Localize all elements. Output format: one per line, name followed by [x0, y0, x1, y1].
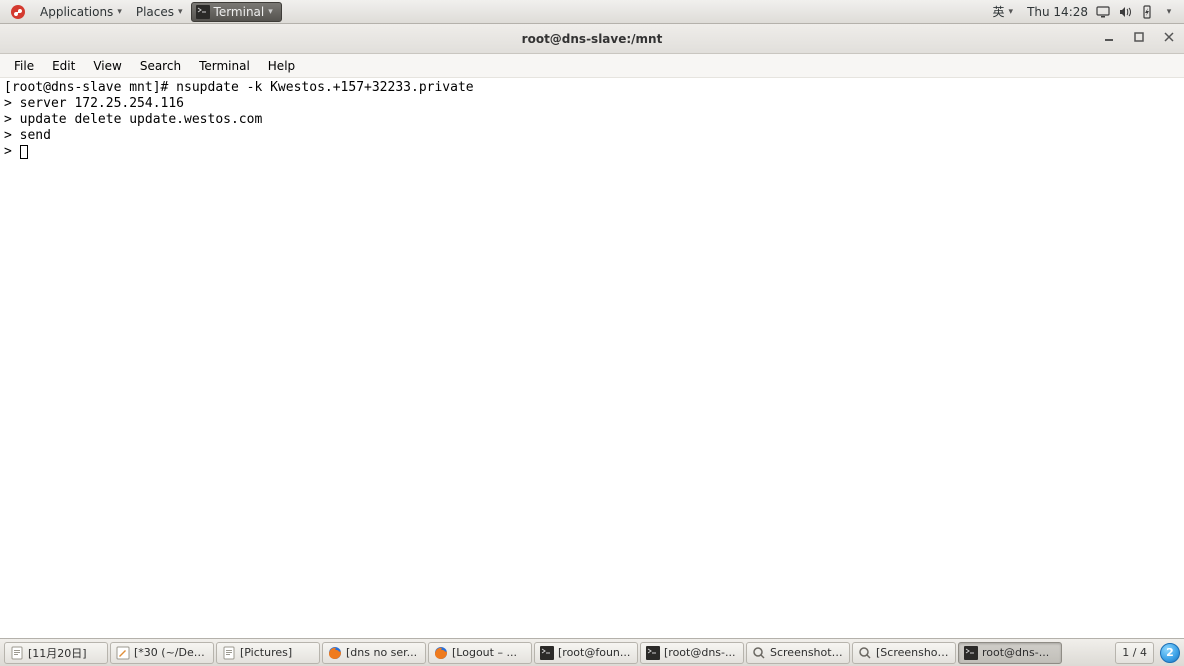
chevron-down-icon: ▾ [1009, 7, 1014, 17]
cursor [20, 145, 28, 159]
applications-menu[interactable]: Applications ▾ [34, 3, 128, 21]
chevron-down-icon: ▾ [268, 7, 273, 17]
taskbar-button-label: [root@foun... [558, 646, 630, 659]
terminal-window: root@dns-slave:/mnt File Edit View Searc… [0, 24, 1184, 638]
term-icon [964, 646, 978, 660]
gnome-top-panel: Applications ▾ Places ▾ Terminal ▾ 英 ▾ T… [0, 0, 1184, 24]
taskbar-button-label: [Pictures] [240, 646, 292, 659]
panel-right: 英 ▾ Thu 14:28 ▾ [987, 1, 1180, 22]
terminal-line: > server 172.25.254.116 [4, 96, 1180, 112]
ime-label: 英 [993, 3, 1005, 20]
taskbar-button[interactable]: [*30 (~/Des... [110, 642, 214, 664]
term-icon [646, 646, 660, 660]
bottom-taskbar: [11月20日] [*30 (~/Des... [Pictures] [dns no … [0, 638, 1184, 666]
menu-search[interactable]: Search [132, 56, 189, 76]
minimize-button[interactable] [1100, 28, 1118, 46]
taskbar-buttons: [11月20日] [*30 (~/Des... [Pictures] [dns no … [4, 642, 1109, 664]
term-icon [540, 646, 554, 660]
applications-label: Applications [40, 5, 113, 19]
taskbar-button[interactable]: [Screenshot... [852, 642, 956, 664]
mag-icon [752, 646, 766, 660]
taskbar-button-label: [dns no ser... [346, 646, 417, 659]
taskbar-button[interactable]: [root@foun... [534, 642, 638, 664]
edit-icon [116, 646, 130, 660]
taskbar-button-label: [root@dns-... [664, 646, 736, 659]
fedora-icon [10, 4, 26, 20]
terminal-output[interactable]: [root@dns-slave mnt]# nsupdate -k Kwesto… [0, 78, 1184, 638]
panel-left: Applications ▾ Places ▾ Terminal ▾ [4, 2, 282, 22]
taskbar-button[interactable]: [Logout – ... [428, 642, 532, 664]
taskbar-button[interactable]: [root@dns-... [640, 642, 744, 664]
firefox-icon [328, 646, 342, 660]
doc-icon [10, 646, 24, 660]
workspace-indicator[interactable]: 1 / 4 [1115, 642, 1154, 664]
taskbar-button[interactable]: [11月20日] [4, 642, 108, 664]
volume-icon[interactable] [1118, 5, 1132, 19]
clock[interactable]: Thu 14:28 [1027, 5, 1088, 19]
battery-icon[interactable] [1140, 5, 1154, 19]
close-button[interactable] [1160, 28, 1178, 46]
taskbar-button[interactable]: [Pictures] [216, 642, 320, 664]
input-method-indicator[interactable]: 英 ▾ [987, 1, 1020, 22]
terminal-line: > [4, 144, 1180, 160]
active-app-label: Terminal [214, 5, 265, 19]
menu-view[interactable]: View [85, 56, 129, 76]
taskbar-button-label: root@dns-... [982, 646, 1049, 659]
window-title: root@dns-slave:/mnt [522, 32, 663, 46]
fedora-menu[interactable] [4, 2, 32, 22]
firefox-icon [434, 646, 448, 660]
notification-badge[interactable]: 2 [1160, 643, 1180, 663]
active-app-indicator[interactable]: Terminal ▾ [191, 2, 282, 22]
terminal-icon [196, 5, 210, 19]
places-label: Places [136, 5, 174, 19]
taskbar-button-label: Screenshot ... [770, 646, 844, 659]
terminal-line: [root@dns-slave mnt]# nsupdate -k Kwesto… [4, 80, 1180, 96]
mag-icon [858, 646, 872, 660]
menu-terminal[interactable]: Terminal [191, 56, 258, 76]
menu-file[interactable]: File [6, 56, 42, 76]
terminal-menubar: File Edit View Search Terminal Help [0, 54, 1184, 78]
user-menu-icon[interactable]: ▾ [1162, 5, 1176, 19]
taskbar-button-label: [Logout – ... [452, 646, 517, 659]
taskbar-button-label: [Screenshot... [876, 646, 950, 659]
taskbar-button-label: [*30 (~/Des... [134, 646, 208, 659]
terminal-line: > update delete update.westos.com [4, 112, 1180, 128]
taskbar-button-label: [11月20日] [28, 645, 87, 661]
terminal-line: > send [4, 128, 1180, 144]
taskbar-button[interactable]: Screenshot ... [746, 642, 850, 664]
maximize-button[interactable] [1130, 28, 1148, 46]
taskbar-button[interactable]: [dns no ser... [322, 642, 426, 664]
menu-edit[interactable]: Edit [44, 56, 83, 76]
taskbar-button[interactable]: root@dns-... [958, 642, 1062, 664]
places-menu[interactable]: Places ▾ [130, 3, 189, 21]
chevron-down-icon: ▾ [1167, 7, 1172, 17]
chevron-down-icon: ▾ [178, 7, 183, 17]
window-titlebar[interactable]: root@dns-slave:/mnt [0, 24, 1184, 54]
menu-help[interactable]: Help [260, 56, 303, 76]
display-icon[interactable] [1096, 5, 1110, 19]
window-controls [1100, 28, 1178, 46]
doc-icon [222, 646, 236, 660]
chevron-down-icon: ▾ [117, 7, 122, 17]
